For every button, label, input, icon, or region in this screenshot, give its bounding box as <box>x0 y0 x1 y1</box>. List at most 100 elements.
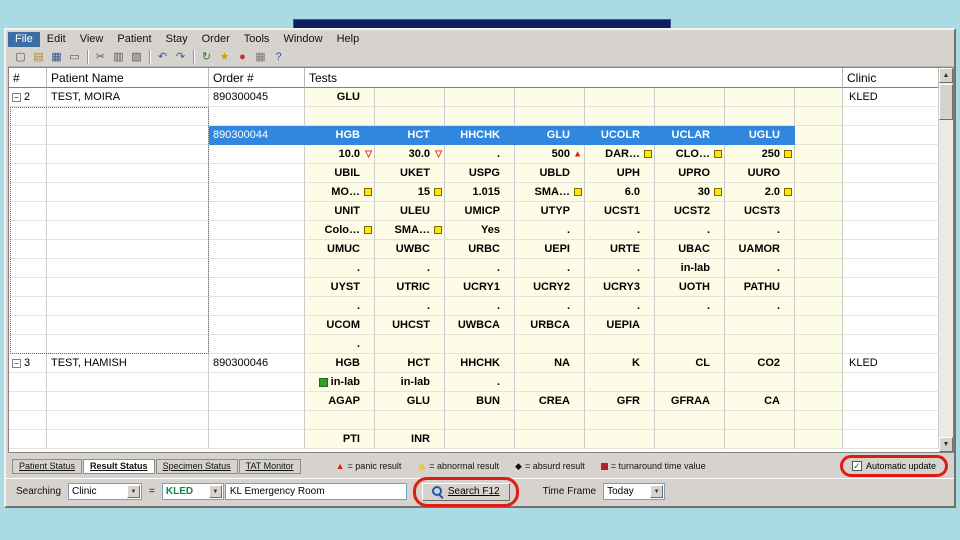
grid-cell[interactable]: UPH <box>585 164 655 183</box>
grid-cell-empty[interactable] <box>209 164 305 183</box>
grid-cell-empty[interactable] <box>795 221 843 240</box>
grid-cell-empty[interactable] <box>47 411 209 430</box>
menu-stay[interactable]: Stay <box>159 32 195 47</box>
grid-cell-empty[interactable] <box>795 430 843 449</box>
menu-window[interactable]: Window <box>276 32 329 47</box>
grid-cell[interactable]: . <box>725 297 795 316</box>
grid-cell[interactable]: . <box>655 221 725 240</box>
grid-cell-empty[interactable] <box>47 278 209 297</box>
grid-cell[interactable]: 890300045 <box>209 88 305 107</box>
grid-cell[interactable]: SMA… <box>375 221 445 240</box>
grid-cell-empty[interactable] <box>655 335 725 354</box>
grid-cell[interactable]: in-lab <box>305 373 375 392</box>
favorites-icon[interactable]: ★ <box>216 48 233 65</box>
search-field-select[interactable]: Clinic ▼ <box>68 483 143 500</box>
grid-cell-empty[interactable] <box>655 88 725 107</box>
grid-cell-empty[interactable] <box>375 107 445 126</box>
grid-cell[interactable]: . <box>445 259 515 278</box>
grid-cell[interactable]: . <box>515 297 585 316</box>
grid-cell[interactable]: BUN <box>445 392 515 411</box>
grid-cell-empty[interactable] <box>47 297 209 316</box>
grid-cell-empty[interactable] <box>725 411 795 430</box>
stop-icon[interactable]: ● <box>234 48 251 65</box>
grid-cell-empty[interactable] <box>795 316 843 335</box>
grid-cell-empty[interactable] <box>655 107 725 126</box>
grid-cell[interactable]: UBIL <box>305 164 375 183</box>
grid-cell[interactable]: UYST <box>305 278 375 297</box>
grid-cell-empty[interactable] <box>445 107 515 126</box>
grid-cell[interactable]: HGB <box>305 126 375 145</box>
grid-cell-empty[interactable] <box>9 221 47 240</box>
grid-cell-empty[interactable] <box>9 392 47 411</box>
grid-cell-empty[interactable] <box>655 316 725 335</box>
grid-cell-empty[interactable] <box>795 354 843 373</box>
grid-cell-empty[interactable] <box>209 297 305 316</box>
grid-cell-empty[interactable] <box>843 145 939 164</box>
grid-cell[interactable]: UNIT <box>305 202 375 221</box>
grid-cell[interactable]: GLU <box>305 88 375 107</box>
grid-cell-empty[interactable] <box>47 126 209 145</box>
grid-cell-empty[interactable] <box>9 335 47 354</box>
grid-cell[interactable]: GLU <box>375 392 445 411</box>
grid-cell-empty[interactable] <box>515 411 585 430</box>
grid-cell[interactable]: HHCHK <box>445 354 515 373</box>
grid-cell[interactable]: Colo… <box>305 221 375 240</box>
grid-cell-empty[interactable] <box>445 411 515 430</box>
grid-cell-empty[interactable] <box>445 335 515 354</box>
grid-cell[interactable]: UPRO <box>655 164 725 183</box>
grid-cell-empty[interactable] <box>843 278 939 297</box>
grid-cell[interactable]: 890300044 <box>209 126 305 145</box>
grid-cell-empty[interactable] <box>795 88 843 107</box>
grid-cell[interactable]: . <box>305 259 375 278</box>
grid-cell[interactable]: UURO <box>725 164 795 183</box>
grid-cell-empty[interactable] <box>655 430 725 449</box>
grid-cell[interactable]: PATHU <box>725 278 795 297</box>
grid-cell[interactable]: 15 <box>375 183 445 202</box>
grid-cell-empty[interactable] <box>9 411 47 430</box>
grid-cell[interactable]: GFR <box>585 392 655 411</box>
grid-cell-empty[interactable] <box>725 107 795 126</box>
grid-cell-empty[interactable] <box>585 107 655 126</box>
grid-cell-empty[interactable] <box>795 240 843 259</box>
grid-cell-empty[interactable] <box>795 145 843 164</box>
grid-cell[interactable]: ULEU <box>375 202 445 221</box>
scroll-thumb[interactable] <box>939 84 953 120</box>
grid-cell-empty[interactable] <box>515 430 585 449</box>
grid-cell-empty[interactable] <box>843 430 939 449</box>
grid-cell[interactable]: UAMOR <box>725 240 795 259</box>
grid-cell-empty[interactable] <box>795 373 843 392</box>
grid-cell[interactable]: 1.015 <box>445 183 515 202</box>
grid-cell-empty[interactable] <box>843 392 939 411</box>
grid-cell-empty[interactable] <box>795 183 843 202</box>
grid-cell-empty[interactable] <box>515 335 585 354</box>
grid-cell[interactable]: UOTH <box>655 278 725 297</box>
grid-cell[interactable]: URTE <box>585 240 655 259</box>
grid-cell[interactable]: CO2 <box>725 354 795 373</box>
grid-cell-empty[interactable] <box>9 278 47 297</box>
grid-cell-empty[interactable] <box>209 335 305 354</box>
grid-cell-empty[interactable] <box>843 221 939 240</box>
header-patient-name[interactable]: Patient Name <box>47 68 209 88</box>
grid-cell-empty[interactable] <box>445 88 515 107</box>
grid-cell-empty[interactable] <box>795 278 843 297</box>
grid-cell[interactable]: CL <box>655 354 725 373</box>
grid-cell-empty[interactable] <box>515 107 585 126</box>
grid-cell[interactable]: UCST1 <box>585 202 655 221</box>
header-num[interactable]: # <box>9 68 47 88</box>
grid-cell-empty[interactable] <box>9 373 47 392</box>
grid-cell[interactable]: CREA <box>515 392 585 411</box>
grid-cell-empty[interactable] <box>47 392 209 411</box>
grid-cell[interactable]: URBC <box>445 240 515 259</box>
grid-cell-empty[interactable] <box>47 240 209 259</box>
grid-cell[interactable]: KLED <box>843 354 939 373</box>
new-document-icon[interactable]: ▢ <box>12 48 29 65</box>
grid-cell[interactable]: . <box>515 221 585 240</box>
grid-cell-empty[interactable] <box>655 373 725 392</box>
grid-cell-empty[interactable] <box>9 183 47 202</box>
grid-cell-empty[interactable] <box>843 183 939 202</box>
grid-cell-empty[interactable] <box>9 164 47 183</box>
grid-cell-empty[interactable] <box>843 259 939 278</box>
grid-cell[interactable]: INR <box>375 430 445 449</box>
grid-cell[interactable]: HCT <box>375 354 445 373</box>
grid-cell[interactable]: 890300046 <box>209 354 305 373</box>
